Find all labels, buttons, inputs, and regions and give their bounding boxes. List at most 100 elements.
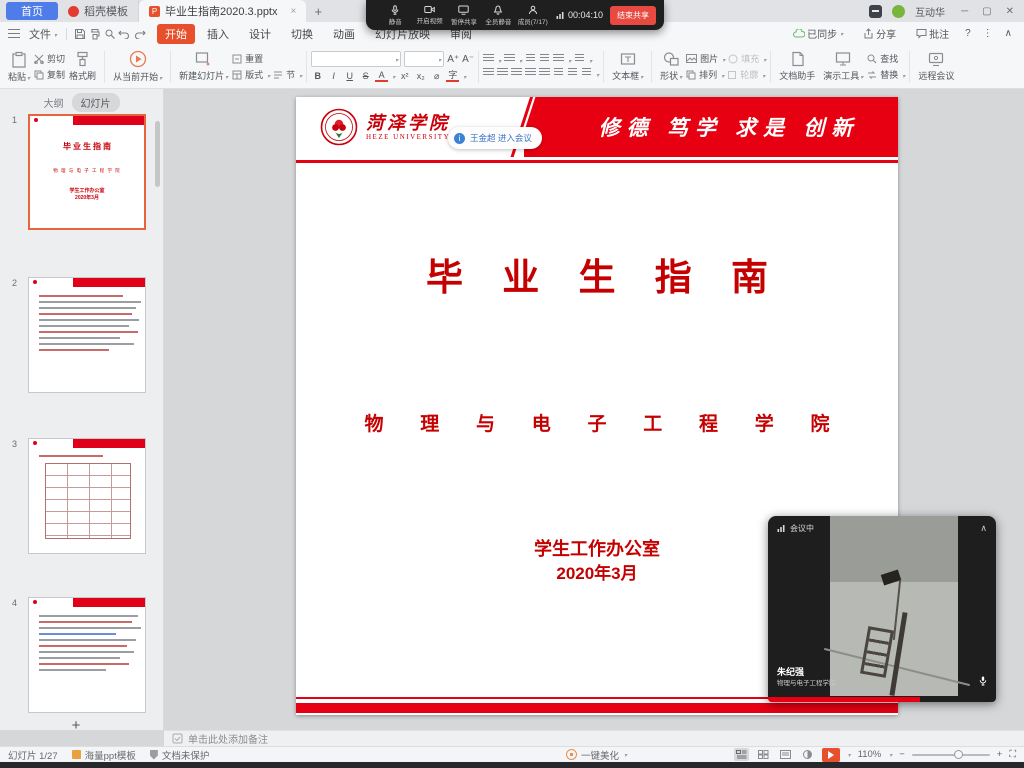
bullet-list-icon[interactable] <box>483 54 494 65</box>
section-button[interactable]: 节 <box>273 68 302 81</box>
participant-mic-icon[interactable] <box>979 676 987 686</box>
slideshow-play-button[interactable] <box>822 748 840 762</box>
zoom-slider-knob[interactable] <box>954 750 963 759</box>
copy-button[interactable]: 复制 <box>34 68 65 81</box>
bold-button[interactable]: B <box>311 71 324 81</box>
normal-view-button[interactable] <box>734 748 749 761</box>
reading-view-button[interactable] <box>778 748 793 761</box>
increase-indent-icon[interactable] <box>539 54 550 65</box>
increase-font-icon[interactable]: A⁺ <box>447 54 459 65</box>
mute-all-button[interactable]: 全员静音 <box>481 5 515 26</box>
slide-thumbnail-1[interactable]: 毕 业 生 指 南 物 理 与 电 子 工 程 学 院 学生工作办公室2020年… <box>28 114 146 230</box>
play-from-current-button[interactable]: 从当前开始 <box>109 49 166 84</box>
more-button[interactable]: ⋮ <box>983 28 993 39</box>
tab-transition[interactable]: 切换 <box>283 24 321 44</box>
paste-button[interactable]: 粘贴 <box>4 50 34 84</box>
line-spacing-icon[interactable] <box>553 54 564 65</box>
master-view-button[interactable] <box>800 748 815 761</box>
slide-thumbnail-3[interactable] <box>28 438 146 554</box>
print-icon[interactable] <box>87 26 102 41</box>
justify-icon[interactable] <box>525 68 536 79</box>
message-icon[interactable] <box>869 5 882 18</box>
tab-home[interactable]: 开始 <box>157 24 195 44</box>
decrease-font-icon[interactable]: A⁻ <box>462 54 474 65</box>
textbox-button[interactable]: 文本框 <box>608 50 647 83</box>
user-avatar[interactable] <box>892 5 905 18</box>
distribute-icon[interactable] <box>539 68 550 79</box>
end-share-button[interactable]: 结束共享 <box>610 6 656 25</box>
font-size-combobox[interactable] <box>404 51 444 67</box>
find-button[interactable]: 查找 <box>867 52 905 65</box>
slide-subtitle-textbox[interactable]: 物 理 与 电 子 工 程 学 院 <box>296 409 898 436</box>
format-painter-button[interactable]: 格式刷 <box>65 50 100 83</box>
align-right-icon[interactable] <box>511 68 522 79</box>
tab-design[interactable]: 设计 <box>241 24 279 44</box>
comment-button[interactable]: 批注 <box>912 26 953 41</box>
pause-share-button[interactable]: 暂停共享 <box>447 5 481 26</box>
members-button[interactable]: 成员(7/17) <box>516 5 550 26</box>
doc-assistant-button[interactable]: 文档助手 <box>775 50 819 83</box>
arrange-button[interactable]: 排列 <box>686 68 724 81</box>
font-color-button[interactable]: A <box>375 70 388 82</box>
align-center-icon[interactable] <box>497 68 508 79</box>
layout-button[interactable]: 版式 <box>232 68 270 81</box>
doc-protection[interactable]: 文档未保护 <box>150 748 210 762</box>
collapse-video-icon[interactable]: ∧ <box>980 523 987 534</box>
replace-button[interactable]: 替换 <box>867 68 905 81</box>
underline-button[interactable]: U <box>343 71 356 81</box>
collapse-ribbon-button[interactable]: ∧ <box>1005 28 1012 39</box>
help-button[interactable]: ? <box>965 28 971 39</box>
tab-docer[interactable]: 稻壳模板 <box>58 0 139 22</box>
fit-slide-button[interactable]: ⛶ <box>1009 749 1016 760</box>
font-name-combobox[interactable] <box>311 51 401 67</box>
new-slide-button[interactable]: 新建幻灯片 <box>175 50 232 83</box>
restore-button[interactable]: ▢ <box>982 6 991 17</box>
video-window-header[interactable]: 会议中 ∧ <box>768 516 996 540</box>
align-left-icon[interactable] <box>483 68 494 79</box>
template-link[interactable]: 海量ppt模板 <box>72 748 136 762</box>
zoom-slider[interactable] <box>912 754 990 756</box>
home-tab-button[interactable]: 首页 <box>6 2 58 20</box>
notes-bar[interactable]: 单击此处添加备注 <box>164 730 1024 746</box>
tab-animation[interactable]: 动画 <box>325 24 363 44</box>
autofit-icon[interactable] <box>581 68 592 79</box>
redo-icon[interactable] <box>132 26 147 41</box>
preview-icon[interactable] <box>102 26 117 41</box>
zoom-in-button[interactable]: + <box>997 749 1003 760</box>
tab-insert[interactable]: 插入 <box>199 24 237 44</box>
reset-button[interactable]: 重置 <box>232 52 302 65</box>
mute-button[interactable]: 静音 <box>378 5 412 26</box>
close-button[interactable]: ✕ <box>1006 6 1014 17</box>
text-direction-icon[interactable] <box>574 54 585 65</box>
subscript-button[interactable]: x₂ <box>414 71 427 81</box>
add-slide-button[interactable]: + <box>66 717 86 734</box>
file-menu[interactable]: 文件 <box>25 26 61 42</box>
italic-button[interactable]: I <box>327 71 340 81</box>
presentation-tools-button[interactable]: 演示工具 <box>819 50 867 83</box>
clear-format-icon[interactable]: ⌀ <box>430 71 443 82</box>
share-button[interactable]: 分享 <box>859 26 900 41</box>
shapes-button[interactable]: 形状 <box>656 50 686 83</box>
minimize-button[interactable]: ─ <box>961 6 968 17</box>
save-icon[interactable] <box>72 26 87 41</box>
picture-button[interactable]: 图片 <box>686 52 725 65</box>
slide-thumbnail-2[interactable] <box>28 277 146 393</box>
slide-title-textbox[interactable]: 毕 业 生 指 南 <box>296 247 898 301</box>
outline-tab[interactable]: 大纲 <box>44 95 64 110</box>
beautify-button[interactable]: 一键美化 <box>566 748 627 762</box>
cut-button[interactable]: 剪切 <box>34 52 65 65</box>
undo-icon[interactable] <box>117 26 132 41</box>
zoom-level[interactable]: 110% <box>858 749 882 760</box>
superscript-button[interactable]: x² <box>398 71 411 81</box>
strikethrough-button[interactable]: S <box>359 71 372 81</box>
tab-document[interactable]: P 毕业生指南2020.3.pptx × <box>139 0 306 22</box>
numbered-list-icon[interactable] <box>504 54 515 65</box>
slides-tab[interactable]: 幻灯片 <box>72 93 120 112</box>
align-top-icon[interactable] <box>567 68 578 79</box>
decrease-indent-icon[interactable] <box>525 54 536 65</box>
new-tab-button[interactable]: + <box>306 0 330 22</box>
hamburger-icon[interactable] <box>8 29 20 38</box>
sync-status[interactable]: 已同步 <box>789 26 847 41</box>
slide-thumbnail-4[interactable] <box>28 597 146 713</box>
start-video-button[interactable]: 开启视频 <box>412 5 446 25</box>
